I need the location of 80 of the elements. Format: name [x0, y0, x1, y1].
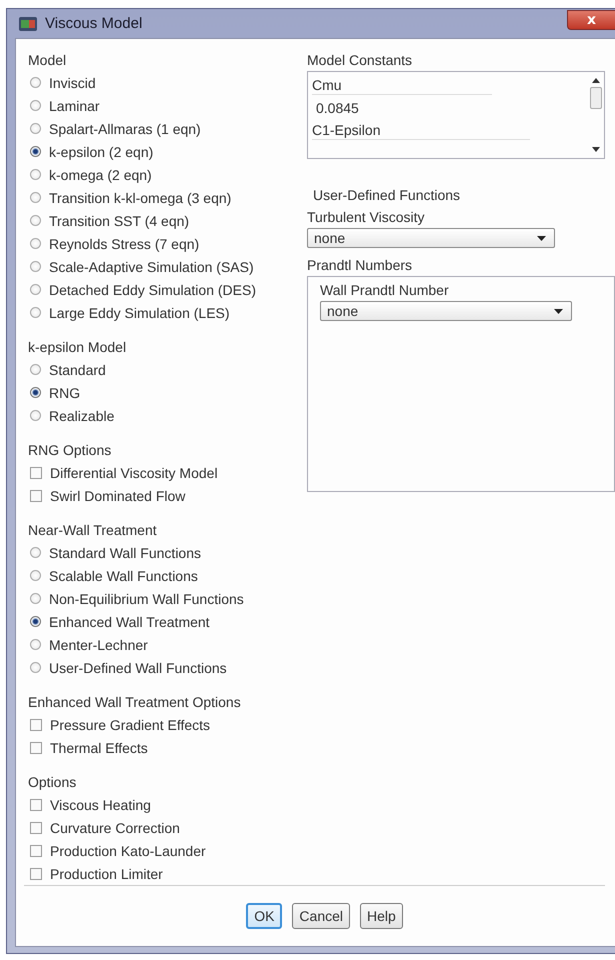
option-label: Enhanced Wall Treatment: [49, 612, 210, 630]
checkbox[interactable]: [30, 868, 42, 880]
radio-button[interactable]: [30, 169, 41, 180]
radio-button[interactable]: [30, 238, 41, 249]
section-heading: User-Defined Functions: [312, 186, 460, 205]
option-label: Laminar: [49, 96, 100, 114]
radio-button[interactable]: [30, 284, 41, 295]
dialog-button[interactable]: Cancel: [292, 903, 350, 929]
caret-icon: [537, 236, 546, 240]
option-label: RNG: [49, 384, 80, 402]
radio-button[interactable]: [30, 364, 41, 375]
option-label: Detached Eddy Simulation (DES): [49, 280, 256, 298]
checkbox[interactable]: [30, 742, 42, 754]
option-label: Swirl Dominated Flow: [50, 486, 186, 504]
radio-button[interactable]: [30, 662, 41, 673]
option-label: Production Kato-Launder: [50, 842, 206, 860]
close-button[interactable]: x: [567, 10, 615, 30]
option-label: Standard Wall Functions: [49, 544, 201, 562]
dialog-button[interactable]: OK: [246, 903, 282, 929]
turbulent-viscosity-dropdown[interactable]: none: [307, 228, 555, 248]
option-label: Pressure Gradient Effects: [50, 716, 210, 734]
section-heading: Near-Wall Treatment: [28, 521, 157, 540]
radio-button[interactable]: [30, 616, 41, 627]
radio-button[interactable]: [30, 261, 41, 272]
option-label: Spalart-Allmaras (1 eqn): [49, 120, 201, 138]
field-label: Turbulent Viscosity: [307, 208, 424, 227]
radio-button[interactable]: [30, 547, 41, 558]
option-label: Menter-Lechner: [49, 636, 148, 654]
radio-button[interactable]: [30, 123, 41, 134]
section-heading: RNG Options: [28, 441, 112, 460]
option-label: Non-Equilibrium Wall Functions: [49, 590, 244, 608]
radio-button[interactable]: [30, 639, 41, 650]
option-label: Standard: [49, 360, 106, 378]
checkbox[interactable]: [30, 822, 42, 834]
option-label: Realizable: [49, 406, 114, 424]
dialog-button[interactable]: Help: [360, 903, 403, 929]
option-label: Thermal Effects: [50, 738, 148, 756]
option-label: Inviscid: [49, 74, 96, 92]
section-heading: Model: [28, 51, 66, 70]
checkbox[interactable]: [30, 490, 42, 502]
option-label: Viscous Heating: [50, 796, 151, 814]
option-label: Scale-Adaptive Simulation (SAS): [49, 258, 254, 276]
option-label: Transition k-kl-omega (3 eqn): [49, 188, 232, 206]
constant-value-field[interactable]: 0.0845: [312, 99, 496, 117]
option-label: Scalable Wall Functions: [49, 566, 198, 584]
radio-button[interactable]: [30, 593, 41, 604]
section-heading: k-epsilon Model: [28, 338, 126, 357]
radio-button[interactable]: [30, 410, 41, 421]
section-heading: Enhanced Wall Treatment Options: [28, 693, 241, 712]
option-label: Production Limiter: [50, 864, 163, 882]
checkbox[interactable]: [30, 718, 42, 730]
caret-icon: [554, 308, 563, 314]
radio-button[interactable]: [30, 77, 41, 88]
checkbox[interactable]: [30, 798, 42, 810]
radio-button[interactable]: [30, 192, 41, 203]
option-label: k-epsilon (2 eqn): [49, 142, 154, 160]
option-label: Differential Viscosity Model: [50, 464, 218, 482]
app-icon: [19, 16, 37, 30]
section-heading: Prandtl Numbers: [307, 256, 412, 275]
section-heading: Model Constants: [307, 51, 412, 70]
window-title: Viscous Model: [45, 15, 142, 32]
option-label: User-Defined Wall Functions: [49, 658, 227, 676]
radio-button[interactable]: [30, 570, 41, 581]
field-label: Wall Prandtl Number: [320, 281, 449, 300]
radio-button[interactable]: [30, 307, 41, 318]
radio-button[interactable]: [30, 146, 41, 157]
checkbox[interactable]: [30, 844, 42, 856]
radio-button[interactable]: [30, 100, 41, 111]
option-label: Transition SST (4 eqn): [49, 212, 190, 230]
section-heading: Options: [28, 773, 76, 792]
option-label: Curvature Correction: [50, 818, 180, 836]
constant-name: Cmu: [312, 76, 492, 95]
option-label: Reynolds Stress (7 eqn): [49, 234, 200, 252]
option-label: k-omega (2 eqn): [49, 166, 152, 184]
option-label: Large Eddy Simulation (LES): [49, 304, 230, 322]
radio-button[interactable]: [30, 387, 41, 398]
checkbox[interactable]: [30, 466, 42, 478]
wall-prandtl-dropdown[interactable]: none: [320, 301, 572, 321]
radio-button[interactable]: [30, 215, 41, 226]
constant-name: C1-Epsilon: [312, 121, 530, 140]
